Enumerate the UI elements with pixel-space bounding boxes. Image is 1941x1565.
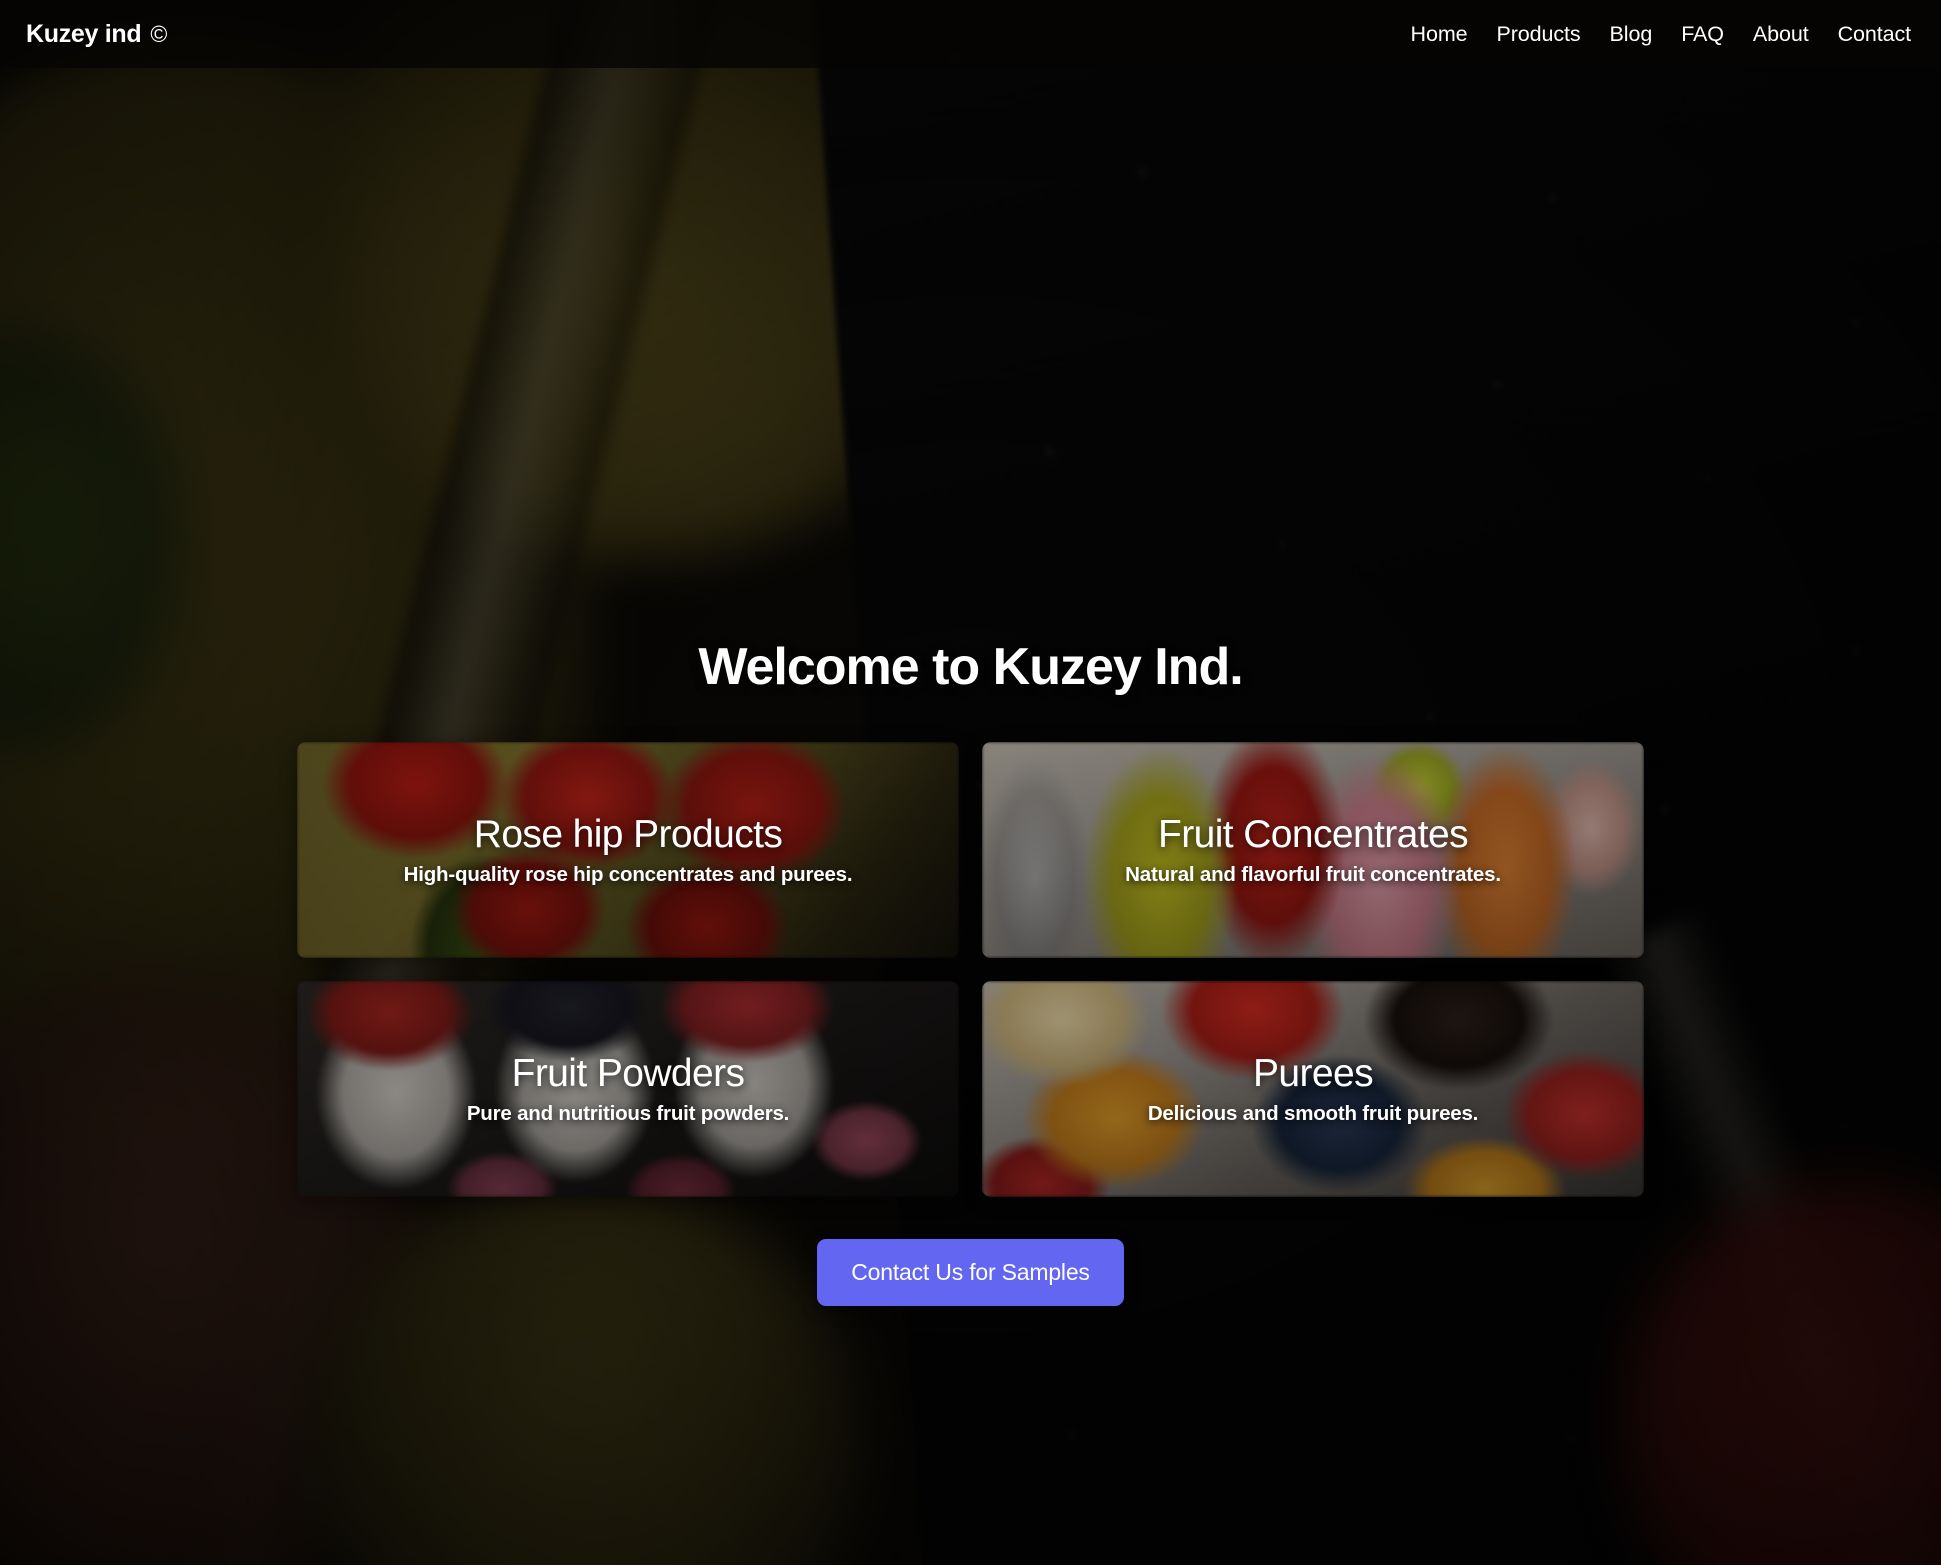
card-text-block: Purees Delicious and smooth fruit purees… (982, 981, 1644, 1197)
contact-us-for-samples-button[interactable]: Contact Us for Samples (817, 1239, 1124, 1306)
cta-container: Contact Us for Samples (817, 1239, 1124, 1306)
product-card-purees[interactable]: Purees Delicious and smooth fruit purees… (982, 981, 1644, 1197)
nav-link-blog[interactable]: Blog (1610, 22, 1653, 47)
card-text-block: Fruit Powders Pure and nutritious fruit … (297, 981, 959, 1197)
navbar: Kuzey ind © Home Products Blog FAQ About… (0, 0, 1941, 68)
card-title: Fruit Powders (511, 1051, 745, 1095)
hero-section: Kuzey ind © Home Products Blog FAQ About… (0, 0, 1941, 1565)
card-title: Purees (1253, 1051, 1374, 1095)
product-card-fruit-concentrates[interactable]: Fruit Concentrates Natural and flavorful… (982, 742, 1644, 958)
nav-link-products[interactable]: Products (1497, 22, 1581, 47)
card-text-block: Fruit Concentrates Natural and flavorful… (982, 742, 1644, 958)
card-description: Natural and flavorful fruit concentrates… (1125, 862, 1501, 886)
brand-name: Kuzey ind (26, 19, 142, 48)
card-title: Fruit Concentrates (1158, 812, 1469, 856)
product-card-rose-hip-products[interactable]: Rose hip Products High-quality rose hip … (297, 742, 959, 958)
nav-link-home[interactable]: Home (1411, 22, 1468, 47)
card-description: High-quality rose hip concentrates and p… (403, 862, 853, 886)
nav-link-about[interactable]: About (1753, 22, 1809, 47)
nav-link-contact[interactable]: Contact (1838, 22, 1912, 47)
nav-link-faq[interactable]: FAQ (1681, 22, 1724, 47)
brand-logo[interactable]: Kuzey ind © (26, 20, 167, 49)
card-description: Delicious and smooth fruit purees. (1147, 1101, 1479, 1125)
card-text-block: Rose hip Products High-quality rose hip … (297, 742, 959, 958)
hero-content: Welcome to Kuzey Ind. Rose hip Products … (0, 0, 1941, 1565)
product-card-grid: Rose hip Products High-quality rose hip … (297, 742, 1644, 1197)
main-navigation: Home Products Blog FAQ About Contact (1411, 22, 1917, 47)
product-card-fruit-powders[interactable]: Fruit Powders Pure and nutritious fruit … (297, 981, 959, 1197)
card-description: Pure and nutritious fruit powders. (466, 1101, 790, 1125)
copyright-icon: © (150, 20, 168, 47)
page-title: Welcome to Kuzey Ind. (698, 638, 1243, 696)
card-title: Rose hip Products (473, 812, 783, 856)
